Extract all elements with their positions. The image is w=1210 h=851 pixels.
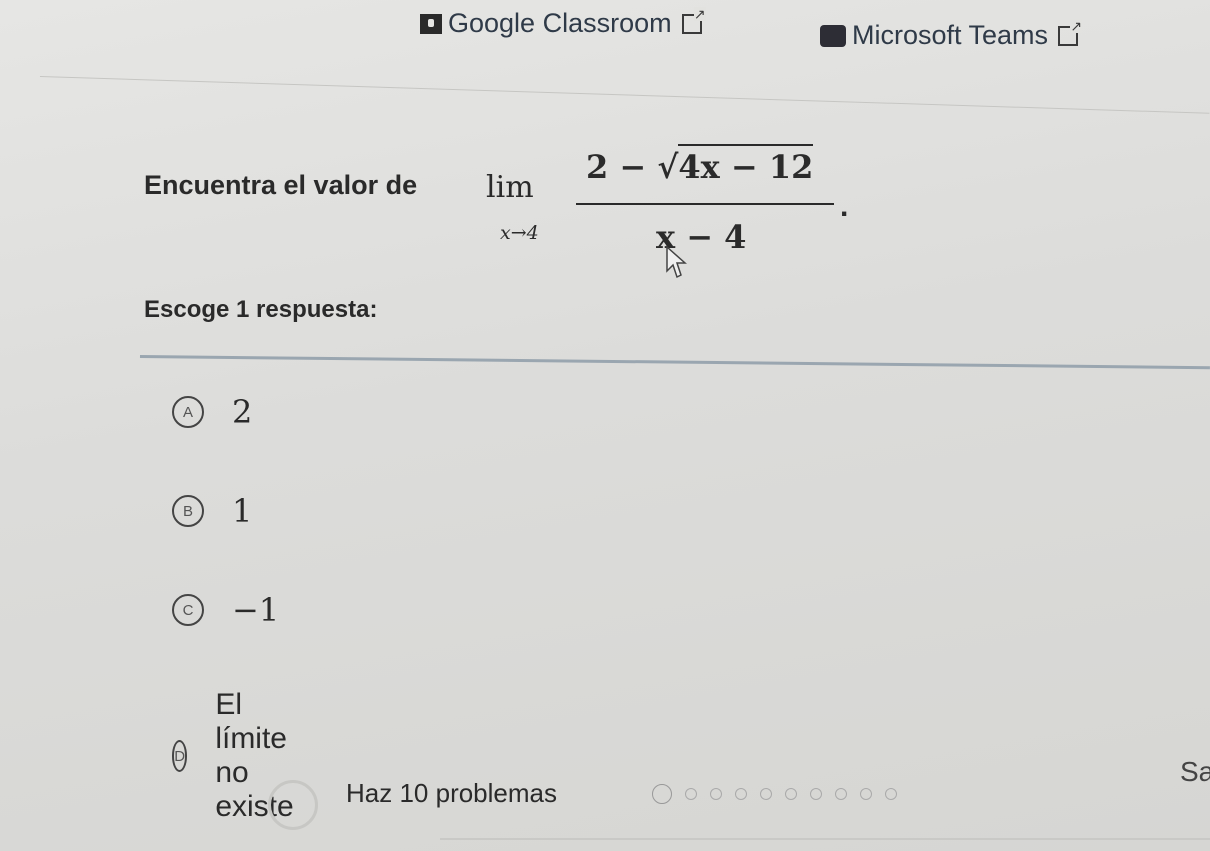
choose-instructions: Escoge 1 respuesta: (144, 296, 378, 323)
microsoft-teams-link[interactable]: Microsoft Teams (820, 18, 1083, 51)
question-prompt: Encuentra el valor de (144, 170, 418, 200)
limit-operator: lim (486, 170, 534, 205)
external-link-icon (1058, 18, 1083, 46)
option-b-text: 1 (232, 492, 253, 530)
option-c[interactable]: C −1 (172, 591, 279, 629)
skip-button[interactable]: Sa (1180, 756, 1210, 788)
option-a[interactable]: A 2 (172, 393, 252, 431)
option-a-radio[interactable]: A (172, 396, 204, 428)
progress-dot (760, 788, 772, 800)
task-label: Haz 10 problemas (346, 778, 557, 808)
options-divider (139, 355, 1210, 370)
header-divider (39, 76, 1210, 114)
radicand: 4x − 12 (678, 144, 814, 186)
microsoft-teams-label: Microsoft Teams (852, 20, 1049, 50)
progress-dot (735, 788, 747, 800)
progress-dot (685, 788, 697, 800)
option-b-radio[interactable]: B (172, 495, 204, 527)
microsoft-teams-icon (820, 24, 846, 47)
limit-subscript: x→4 (500, 222, 539, 244)
progress-dot (810, 788, 822, 800)
option-a-text: 2 (232, 393, 253, 431)
top-links-bar: Google Classroom Microsoft Teams (0, 4, 1210, 64)
progress-dot (710, 788, 722, 800)
progress-avatar (268, 780, 318, 830)
fraction-bar (576, 203, 834, 205)
option-c-radio[interactable]: C (172, 594, 204, 626)
external-link-icon (681, 6, 706, 34)
progress-dot (652, 784, 672, 804)
progress-dots (652, 784, 897, 804)
numerator-prefix: 2 − (586, 148, 658, 186)
mouse-cursor-icon (666, 245, 687, 279)
fraction-numerator: 2 − √4x − 12 (586, 144, 814, 186)
google-classroom-icon (420, 13, 442, 34)
google-classroom-label: Google Classroom (448, 8, 672, 38)
footer-divider (440, 838, 1210, 840)
progress-dot (835, 788, 847, 800)
google-classroom-link[interactable]: Google Classroom (420, 6, 706, 39)
progress-dot (885, 788, 897, 800)
progress-dot (860, 788, 872, 800)
radical-sign: √ (657, 148, 679, 186)
option-b[interactable]: B 1 (172, 492, 252, 530)
option-c-text: −1 (232, 591, 280, 629)
progress-dot (785, 788, 797, 800)
question-period: . (840, 190, 849, 223)
option-d-radio[interactable]: D (172, 740, 188, 772)
